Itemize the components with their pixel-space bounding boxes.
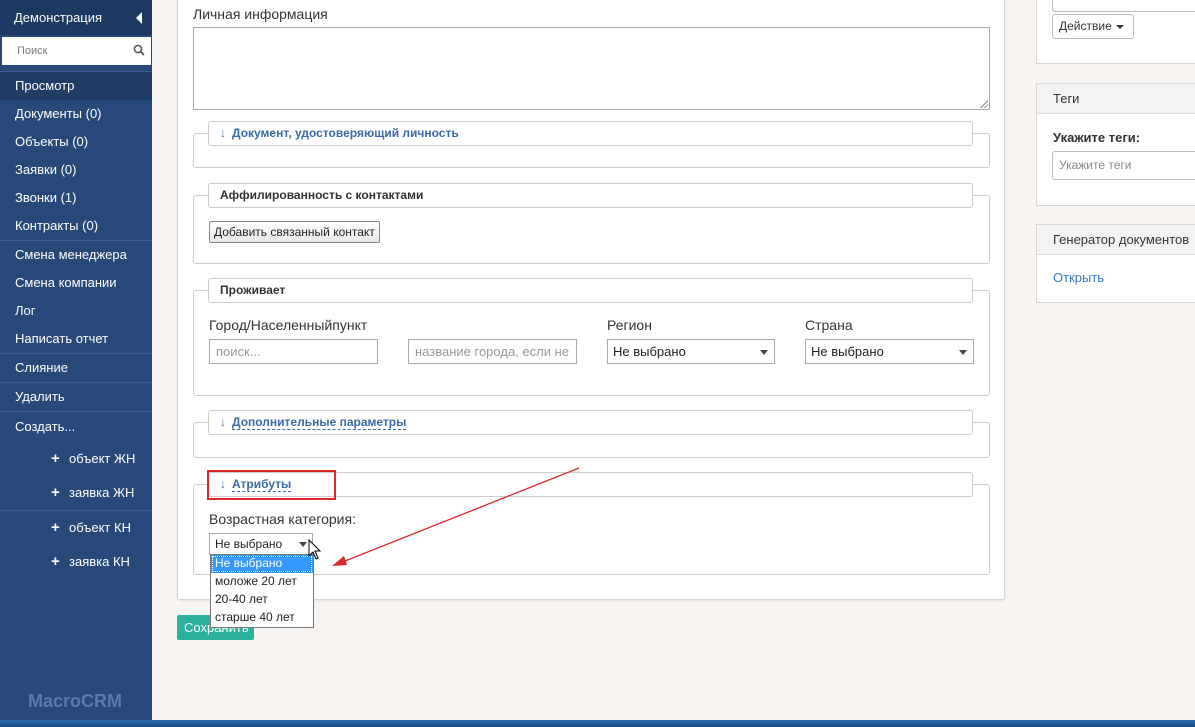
add-related-contact-button[interactable]: Добавить связанный контакт <box>209 221 380 243</box>
sidebar-item-create[interactable]: Создать... <box>0 412 152 442</box>
sidebar-sub-label: заявка КН <box>69 554 130 569</box>
docgen-title: Генератор документов <box>1037 225 1195 255</box>
tags-label: Укажите теги: <box>1053 130 1141 145</box>
tags-card: Теги Укажите теги: Укажите теги <box>1036 83 1195 206</box>
region-label: Регион <box>607 317 652 333</box>
city-search-input[interactable]: поиск... <box>209 339 378 364</box>
identity-doc-toggle[interactable]: ↓ Документ, удостоверяющий личность <box>208 121 973 146</box>
chevron-down-icon <box>760 350 768 355</box>
legend-label: Дополнительные параметры <box>232 415 407 430</box>
sidebar-create-residential-object[interactable]: + объект ЖН <box>0 442 152 476</box>
arrow-down-icon: ↓ <box>220 415 226 429</box>
country-select-value: Не выбрано <box>811 344 884 359</box>
collapse-left-icon[interactable] <box>136 11 142 24</box>
affiliation-legend: Аффилированность с контактами <box>208 183 973 208</box>
chevron-down-icon <box>299 542 307 547</box>
sidebar-create-commercial-object[interactable]: + объект КН <box>0 511 152 545</box>
region-select-value: Не выбрано <box>613 344 686 359</box>
sidebar-title: Демонстрация <box>14 10 103 25</box>
plus-icon: + <box>51 553 60 570</box>
docgen-card: Генератор документов Открыть <box>1036 224 1195 303</box>
action-dropdown-button[interactable]: Действие <box>1052 14 1134 39</box>
sidebar-create-commercial-request[interactable]: + заявка КН <box>0 545 152 579</box>
sidebar-item-change-manager[interactable]: Смена менеджера <box>0 241 152 269</box>
sidebar-item-contracts[interactable]: Контракты (0) <box>0 212 152 240</box>
region-select[interactable]: Не выбрано <box>607 339 775 364</box>
dropdown-option[interactable]: моложе 20 лет <box>211 573 313 591</box>
sidebar-search <box>2 37 151 65</box>
sidebar-item-view[interactable]: Просмотр <box>0 72 152 100</box>
caret-down-icon <box>1115 24 1124 29</box>
dropdown-option[interactable]: 20-40 лет <box>211 591 313 609</box>
sidebar-item-calls[interactable]: Звонки (1) <box>0 184 152 212</box>
city-label: Город/Населенныйпункт <box>209 317 368 333</box>
taskbar-strip <box>0 720 1195 727</box>
actions-card: Действие <box>1036 0 1195 64</box>
sidebar: Демонстрация Просмотр Документы (0) Объе… <box>0 0 152 720</box>
sidebar-sub-label: заявка ЖН <box>69 485 135 500</box>
sidebar-sub-label: объект КН <box>69 520 131 535</box>
personal-info-label: Личная информация <box>193 6 328 22</box>
sidebar-item-write-report[interactable]: Написать отчет <box>0 325 152 353</box>
legend-label: Документ, удостоверяющий личность <box>232 126 459 140</box>
brand-logo: MacroCRM <box>28 691 123 711</box>
open-docgen-link[interactable]: Открыть <box>1053 270 1104 285</box>
personal-info-textarea[interactable] <box>193 27 990 110</box>
plus-icon: + <box>51 519 60 536</box>
sidebar-item-change-company[interactable]: Смена компании <box>0 269 152 297</box>
arrow-down-icon: ↓ <box>220 126 226 140</box>
age-category-select[interactable]: Не выбрано <box>209 533 313 555</box>
sidebar-item-delete[interactable]: Удалить <box>0 383 152 411</box>
sidebar-item-requests[interactable]: Заявки (0) <box>0 156 152 184</box>
sidebar-search-input[interactable] <box>2 37 122 65</box>
country-select[interactable]: Не выбрано <box>805 339 974 364</box>
sidebar-header: Демонстрация <box>0 0 152 35</box>
sidebar-item-log[interactable]: Лог <box>0 297 152 325</box>
sidebar-item-objects[interactable]: Объекты (0) <box>0 128 152 156</box>
resize-handle-icon[interactable] <box>980 100 988 108</box>
truncated-input[interactable] <box>1052 0 1195 12</box>
tags-input[interactable]: Укажите теги <box>1052 151 1195 180</box>
age-category-value: Не выбрано <box>215 537 283 551</box>
sidebar-sub-label: объект ЖН <box>69 451 136 466</box>
search-icon[interactable] <box>133 44 145 56</box>
age-category-label: Возрастная категория: <box>209 511 356 527</box>
sidebar-item-merge[interactable]: Слияние <box>0 354 152 382</box>
tags-title: Теги <box>1037 84 1195 114</box>
city-name-input[interactable]: название города, если не <box>408 339 577 364</box>
chevron-down-icon <box>959 350 967 355</box>
plus-icon: + <box>51 484 60 501</box>
country-label: Страна <box>805 317 853 333</box>
dropdown-option[interactable]: старше 40 лет <box>211 609 313 627</box>
extra-params-toggle[interactable]: ↓ Дополнительные параметры <box>208 410 973 435</box>
plus-icon: + <box>51 450 60 467</box>
annotation-highlight-box <box>207 470 336 500</box>
residence-legend: Проживает <box>208 278 973 303</box>
age-category-dropdown-list: Не выбрано моложе 20 лет 20-40 лет старш… <box>210 554 314 628</box>
sidebar-item-documents[interactable]: Документы (0) <box>0 100 152 128</box>
sidebar-create-residential-request[interactable]: + заявка ЖН <box>0 476 152 510</box>
action-button-label: Действие <box>1059 19 1112 33</box>
dropdown-option[interactable]: Не выбрано <box>211 555 313 573</box>
